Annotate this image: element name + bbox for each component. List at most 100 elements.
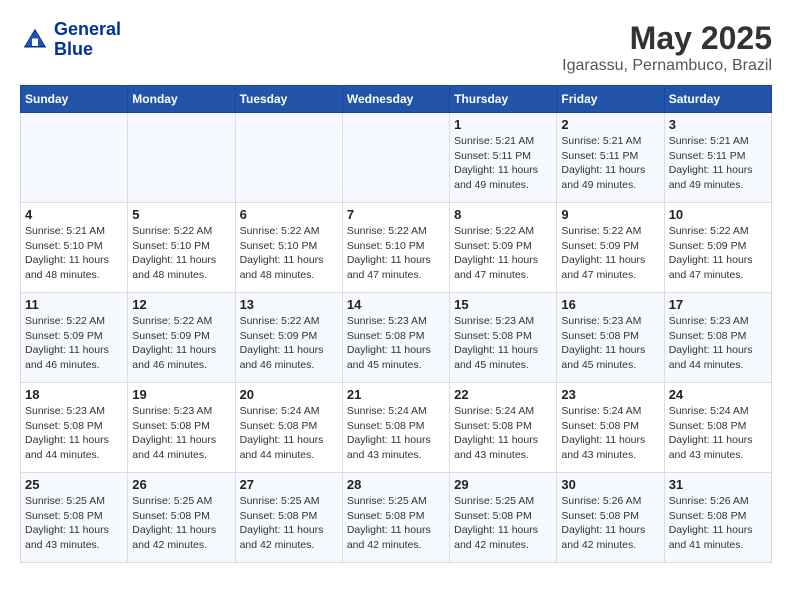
day-info: Sunrise: 5:24 AM Sunset: 5:08 PM Dayligh… [454,404,552,463]
day-info: Sunrise: 5:23 AM Sunset: 5:08 PM Dayligh… [561,314,659,373]
calendar-cell: 28 Sunrise: 5:25 AM Sunset: 5:08 PM Dayli… [342,473,449,563]
day-info: Sunrise: 5:25 AM Sunset: 5:08 PM Dayligh… [132,494,230,553]
calendar-cell: 22 Sunrise: 5:24 AM Sunset: 5:08 PM Dayli… [450,383,557,473]
header-thursday: Thursday [450,86,557,113]
day-number: 7 [347,207,445,222]
day-info: Sunrise: 5:22 AM Sunset: 5:09 PM Dayligh… [25,314,123,373]
day-number: 22 [454,387,552,402]
day-info: Sunrise: 5:25 AM Sunset: 5:08 PM Dayligh… [240,494,338,553]
day-info: Sunrise: 5:26 AM Sunset: 5:08 PM Dayligh… [669,494,767,553]
day-number: 15 [454,297,552,312]
calendar-cell: 2 Sunrise: 5:21 AM Sunset: 5:11 PM Daylig… [557,113,664,203]
day-number: 9 [561,207,659,222]
day-number: 5 [132,207,230,222]
calendar-week-row: 4Sunrise: 5:21 AM Sunset: 5:10 PM Daylig… [21,203,772,293]
day-info: Sunrise: 5:23 AM Sunset: 5:08 PM Dayligh… [669,314,767,373]
day-info: Sunrise: 5:24 AM Sunset: 5:08 PM Dayligh… [669,404,767,463]
calendar-cell: 20Sunrise: 5:24 AM Sunset: 5:08 PM Dayli… [235,383,342,473]
day-number: 23 [561,387,659,402]
day-number: 11 [25,297,123,312]
header-monday: Monday [128,86,235,113]
day-number: 18 [25,387,123,402]
calendar-cell: 18 Sunrise: 5:23 AM Sunset: 5:08 PM Dayli… [21,383,128,473]
day-number: 16 [561,297,659,312]
logo-line2: Blue [54,40,121,60]
calendar-cell: 30Sunrise: 5:26 AM Sunset: 5:08 PM Dayli… [557,473,664,563]
header-tuesday: Tuesday [235,86,342,113]
calendar-week-row: 18 Sunrise: 5:23 AM Sunset: 5:08 PM Dayli… [21,383,772,473]
day-number: 14 [347,297,445,312]
calendar-cell: 21 Sunrise: 5:24 AM Sunset: 5:08 PM Dayli… [342,383,449,473]
day-number: 3 [669,117,767,132]
calendar-cell: 19Sunrise: 5:23 AM Sunset: 5:08 PM Dayli… [128,383,235,473]
day-info: Sunrise: 5:21 AM Sunset: 5:11 PM Dayligh… [454,134,552,193]
calendar-cell: 8Sunrise: 5:22 AM Sunset: 5:09 PM Daylig… [450,203,557,293]
header-wednesday: Wednesday [342,86,449,113]
day-info: Sunrise: 5:25 AM Sunset: 5:08 PM Dayligh… [25,494,123,553]
calendar-cell: 1 Sunrise: 5:21 AM Sunset: 5:11 PM Daylig… [450,113,557,203]
day-info: Sunrise: 5:23 AM Sunset: 5:08 PM Dayligh… [25,404,123,463]
calendar-cell [128,113,235,203]
calendar-cell: 3 Sunrise: 5:21 AM Sunset: 5:11 PM Daylig… [664,113,771,203]
title-block: May 2025 Igarassu, Pernambuco, Brazil [562,20,772,75]
day-info: Sunrise: 5:24 AM Sunset: 5:08 PM Dayligh… [561,404,659,463]
day-info: Sunrise: 5:22 AM Sunset: 5:10 PM Dayligh… [132,224,230,283]
calendar-cell [235,113,342,203]
day-number: 21 [347,387,445,402]
day-info: Sunrise: 5:25 AM Sunset: 5:08 PM Dayligh… [347,494,445,553]
calendar-cell: 17 Sunrise: 5:23 AM Sunset: 5:08 PM Dayli… [664,293,771,383]
logo: General Blue [20,20,121,60]
day-info: Sunrise: 5:25 AM Sunset: 5:08 PM Dayligh… [454,494,552,553]
calendar-table: SundayMondayTuesdayWednesdayThursdayFrid… [20,85,772,563]
day-number: 20 [240,387,338,402]
day-number: 24 [669,387,767,402]
day-info: Sunrise: 5:21 AM Sunset: 5:11 PM Dayligh… [669,134,767,193]
calendar-week-row: 1 Sunrise: 5:21 AM Sunset: 5:11 PM Daylig… [21,113,772,203]
calendar-cell: 5 Sunrise: 5:22 AM Sunset: 5:10 PM Daylig… [128,203,235,293]
calendar-cell: 11 Sunrise: 5:22 AM Sunset: 5:09 PM Dayli… [21,293,128,383]
calendar-cell: 4Sunrise: 5:21 AM Sunset: 5:10 PM Daylig… [21,203,128,293]
day-number: 26 [132,477,230,492]
day-number: 1 [454,117,552,132]
day-number: 29 [454,477,552,492]
day-info: Sunrise: 5:22 AM Sunset: 5:09 PM Dayligh… [132,314,230,373]
calendar-cell [342,113,449,203]
day-number: 13 [240,297,338,312]
day-info: Sunrise: 5:22 AM Sunset: 5:10 PM Dayligh… [240,224,338,283]
day-number: 25 [25,477,123,492]
calendar-cell [21,113,128,203]
day-info: Sunrise: 5:21 AM Sunset: 5:11 PM Dayligh… [561,134,659,193]
calendar-cell: 6 Sunrise: 5:22 AM Sunset: 5:10 PM Daylig… [235,203,342,293]
day-info: Sunrise: 5:23 AM Sunset: 5:08 PM Dayligh… [454,314,552,373]
day-info: Sunrise: 5:23 AM Sunset: 5:08 PM Dayligh… [347,314,445,373]
header-sunday: Sunday [21,86,128,113]
day-number: 19 [132,387,230,402]
day-number: 6 [240,207,338,222]
day-info: Sunrise: 5:22 AM Sunset: 5:09 PM Dayligh… [669,224,767,283]
day-number: 27 [240,477,338,492]
calendar-cell: 29 Sunrise: 5:25 AM Sunset: 5:08 PM Dayli… [450,473,557,563]
calendar-cell: 13Sunrise: 5:22 AM Sunset: 5:09 PM Dayli… [235,293,342,383]
day-number: 17 [669,297,767,312]
page-subtitle: Igarassu, Pernambuco, Brazil [562,57,772,75]
calendar-header-row: SundayMondayTuesdayWednesdayThursdayFrid… [21,86,772,113]
day-number: 28 [347,477,445,492]
day-info: Sunrise: 5:22 AM Sunset: 5:09 PM Dayligh… [454,224,552,283]
calendar-cell: 16 Sunrise: 5:23 AM Sunset: 5:08 PM Dayli… [557,293,664,383]
calendar-cell: 9 Sunrise: 5:22 AM Sunset: 5:09 PM Daylig… [557,203,664,293]
logo-text: General Blue [54,20,121,60]
calendar-cell: 23 Sunrise: 5:24 AM Sunset: 5:08 PM Dayli… [557,383,664,473]
calendar-week-row: 11 Sunrise: 5:22 AM Sunset: 5:09 PM Dayli… [21,293,772,383]
calendar-cell: 14 Sunrise: 5:23 AM Sunset: 5:08 PM Dayli… [342,293,449,383]
day-number: 2 [561,117,659,132]
calendar-week-row: 25 Sunrise: 5:25 AM Sunset: 5:08 PM Dayli… [21,473,772,563]
header-saturday: Saturday [664,86,771,113]
day-info: Sunrise: 5:24 AM Sunset: 5:08 PM Dayligh… [347,404,445,463]
calendar-cell: 24 Sunrise: 5:24 AM Sunset: 5:08 PM Dayli… [664,383,771,473]
calendar-cell: 15 Sunrise: 5:23 AM Sunset: 5:08 PM Dayli… [450,293,557,383]
day-info: Sunrise: 5:22 AM Sunset: 5:09 PM Dayligh… [561,224,659,283]
calendar-cell: 10 Sunrise: 5:22 AM Sunset: 5:09 PM Dayli… [664,203,771,293]
day-number: 10 [669,207,767,222]
day-info: Sunrise: 5:26 AM Sunset: 5:08 PM Dayligh… [561,494,659,553]
logo-line1: General [54,20,121,40]
